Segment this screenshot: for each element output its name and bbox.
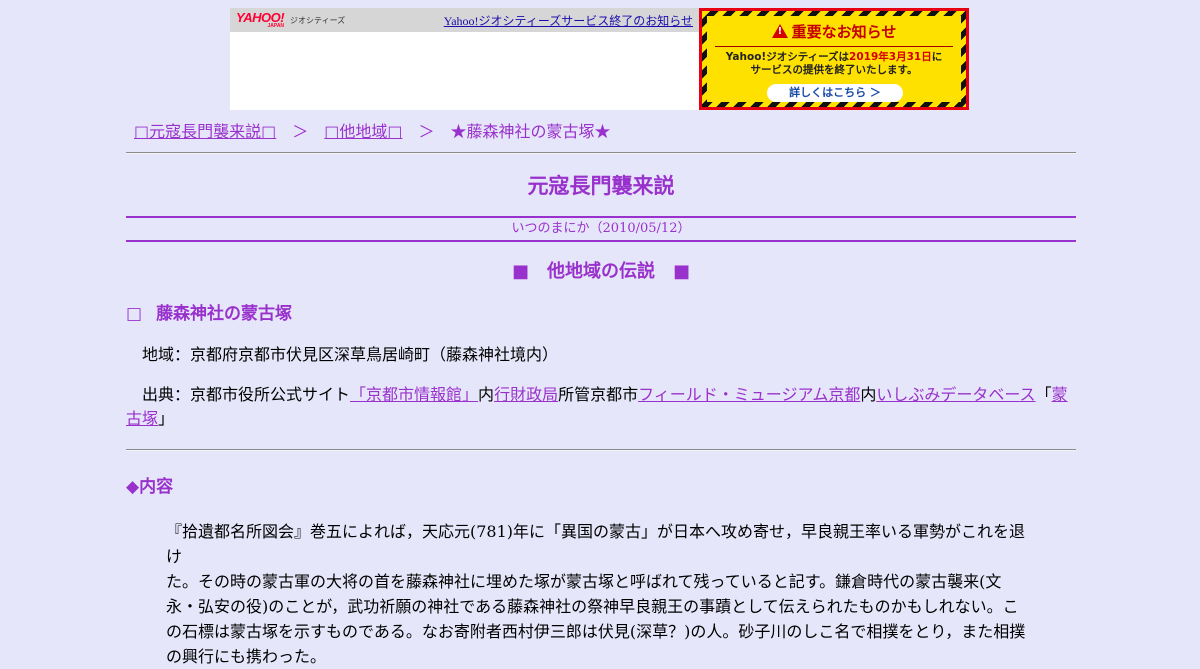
content-line: 永・弘安の役)のことが，武功祈願の神社である藤森神社の祭神早良親王の事蹟として伝… (166, 597, 1019, 616)
content-line: の興行にも携わった。 (166, 647, 327, 666)
item-title-mark: □ (126, 304, 143, 324)
yahoo-logo-group[interactable]: YAHOO! JAPAN ジオシティーズ (236, 11, 345, 29)
breadcrumb: □元寇長門襲来説□ ＞ □他地域□ ＞ ★藤森神社の蒙古塚★ (126, 121, 1076, 143)
notice-end-date: 2019年3月31日 (849, 51, 932, 63)
site-title: 元寇長門襲来説 (527, 174, 675, 198)
warning-icon: ! (771, 24, 788, 38)
source-text: 内 (860, 385, 877, 404)
breadcrumb-current: ★藤森神社の蒙古塚★ (450, 122, 611, 141)
source-line: 出典：京都市役所公式サイト「京都市情報館」内行財政局所管京都市フィールド・ミュー… (126, 383, 1076, 431)
source-text: 」 (158, 409, 175, 428)
geocities-banner: YAHOO! JAPAN ジオシティーズ Yahoo!ジオシティーズサービス終了の… (230, 8, 969, 110)
important-notice-title: ! 重要なお知らせ (707, 21, 961, 42)
source-text: 内 (478, 385, 495, 404)
source-text: 「 (1035, 385, 1052, 404)
divider (126, 449, 1076, 451)
content-line: た。その時の蒙古軍の大将の首を藤森神社に埋めた塚が蒙古塚と呼ばれて残っていると記… (166, 572, 1002, 591)
content-heading: ◆内容 (126, 477, 174, 497)
source-label: 出典： (142, 385, 191, 404)
content-line: 『拾遺都名所図会』巻五によれば，天応元(781)年に「異国の蒙古」が日本へ攻め寄… (166, 522, 1026, 566)
breadcrumb-other-regions-link[interactable]: □他地域□ (324, 122, 402, 141)
notice-divider (715, 46, 953, 47)
item-title: □ 藤森神社の蒙古塚 (126, 302, 1076, 326)
item-title-text: 藤森神社の蒙古塚 (156, 304, 293, 324)
service-end-notice-link[interactable]: Yahoo!ジオシティーズサービス終了のお知らせ (444, 12, 693, 29)
breadcrumb-separator: ＞ (418, 122, 435, 141)
section-title: ■ 他地域の伝説 ■ (511, 261, 690, 282)
field-museum-kyoto-link[interactable]: フィールド・ミュージアム京都 (638, 385, 860, 404)
content-body: 『拾遺都名所図会』巻五によれば，天応元(781)年に「異国の蒙古」が日本へ攻め寄… (126, 519, 1036, 669)
updated-date: いつのまにか（2010/05/12） (511, 221, 691, 236)
details-button[interactable]: 詳しくはこちら ＞ (767, 84, 903, 102)
breadcrumb-separator: ＞ (292, 122, 309, 141)
banner-left-panel: YAHOO! JAPAN ジオシティーズ Yahoo!ジオシティーズサービス終了の… (230, 8, 699, 110)
breadcrumb-home-link[interactable]: □元寇長門襲来説□ (134, 122, 276, 141)
geocities-service-name: ジオシティーズ (290, 15, 346, 25)
region-label: 地域： (142, 345, 191, 364)
region-line: 地域：京都府京都市伏見区深草鳥居崎町（藤森神社境内） (126, 343, 1076, 367)
title-rule-bottom (126, 240, 1076, 242)
yahoo-logo[interactable]: YAHOO! JAPAN (236, 11, 285, 29)
region-value: 京都府京都市伏見区深草鳥居崎町（藤森神社境内） (190, 345, 559, 364)
ishibumi-database-link[interactable]: いしぶみデータベース (876, 385, 1035, 404)
notice-message: Yahoo!ジオシティーズは2019年3月31日に サービスの提供を終了いたしま… (725, 51, 943, 76)
main-content: □元寇長門襲来説□ ＞ □他地域□ ＞ ★藤森神社の蒙古塚★ 元寇長門襲来説 いつのまに… (126, 110, 1076, 669)
important-notice-box[interactable]: ! 重要なお知らせ Yahoo!ジオシティーズは2019年3月31日に サービスの… (699, 8, 969, 110)
important-notice-inner: ! 重要なお知らせ Yahoo!ジオシティーズは2019年3月31日に サービスの… (707, 16, 961, 102)
content-line: の石標は蒙古塚を示すものである。なお寄附者西村伊三郎は伏見(深草？)の人。砂子川… (166, 622, 1026, 641)
source-text: 京都市役所公式サイト (190, 385, 351, 404)
source-text: 所管京都市 (558, 385, 639, 404)
kyoto-city-info-link[interactable]: 「京都市情報館」 (350, 385, 478, 404)
banner-top-bar: YAHOO! JAPAN ジオシティーズ Yahoo!ジオシティーズサービス終了の… (230, 8, 699, 32)
finance-bureau-link[interactable]: 行財政局 (494, 385, 558, 404)
